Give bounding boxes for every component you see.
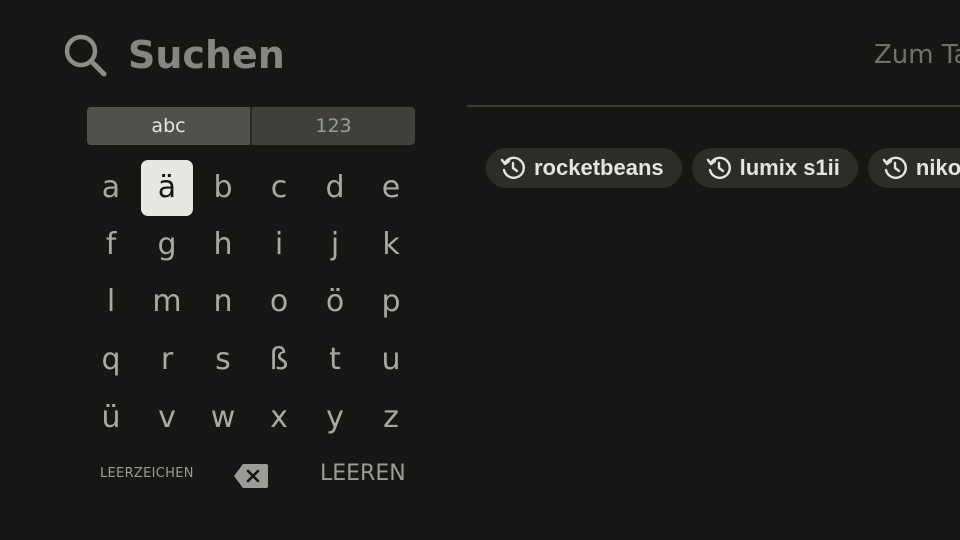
history-icon <box>500 156 525 179</box>
key[interactable]: l <box>85 274 137 330</box>
search-icon <box>64 34 107 77</box>
key[interactable]: n <box>197 274 249 330</box>
key[interactable]: g <box>141 217 193 273</box>
key[interactable]: b <box>197 160 249 216</box>
divider <box>467 105 960 107</box>
key[interactable]: s <box>197 332 249 388</box>
key[interactable]: w <box>197 390 249 446</box>
recent-search-chip[interactable]: lumix s1ii <box>691 148 858 188</box>
search-title[interactable]: Suchen <box>128 32 285 78</box>
recent-search-label: lumix s1ii <box>739 155 840 180</box>
backspace-icon[interactable] <box>233 462 269 490</box>
recent-search-label: nikon <box>915 155 960 180</box>
key[interactable]: f <box>85 217 137 273</box>
recent-search-label: rocketbeans <box>534 155 664 180</box>
mode-abc-button[interactable]: abc <box>87 107 250 145</box>
mode-123-button[interactable]: 123 <box>252 107 415 145</box>
key[interactable]: p <box>365 274 417 330</box>
key[interactable]: m <box>141 274 193 330</box>
key[interactable]: ß <box>253 332 305 388</box>
key[interactable]: ö <box>309 274 361 330</box>
clear-key[interactable]: LEEREN <box>320 461 406 486</box>
recent-search-chip[interactable]: nikon <box>867 148 960 188</box>
key[interactable]: k <box>365 217 417 273</box>
key[interactable]: x <box>253 390 305 446</box>
key[interactable]: v <box>141 390 193 446</box>
keyboard-mode-switch: abc 123 <box>87 107 415 145</box>
key[interactable]: u <box>365 332 417 388</box>
key[interactable]: o <box>253 274 305 330</box>
space-key[interactable]: LEERZEICHEN <box>100 466 194 481</box>
key[interactable]: a <box>85 160 137 216</box>
key[interactable]: c <box>253 160 305 216</box>
key[interactable]: y <box>309 390 361 446</box>
key[interactable]: i <box>253 217 305 273</box>
key[interactable]: j <box>309 217 361 273</box>
key[interactable]: q <box>85 332 137 388</box>
key[interactable]: ä <box>141 160 193 216</box>
zum-button[interactable]: Zum Ta <box>874 38 960 72</box>
key[interactable]: z <box>365 390 417 446</box>
key[interactable]: t <box>309 332 361 388</box>
key[interactable]: e <box>365 160 417 216</box>
recent-search-chip[interactable]: rocketbeans <box>486 148 682 188</box>
key[interactable]: d <box>309 160 361 216</box>
history-icon <box>706 156 731 179</box>
key[interactable]: ü <box>85 390 137 446</box>
key[interactable]: h <box>197 217 249 273</box>
key[interactable]: r <box>141 332 193 388</box>
recent-searches: rocketbeans lumix s1ii nikon <box>486 148 960 188</box>
history-icon <box>882 156 907 179</box>
